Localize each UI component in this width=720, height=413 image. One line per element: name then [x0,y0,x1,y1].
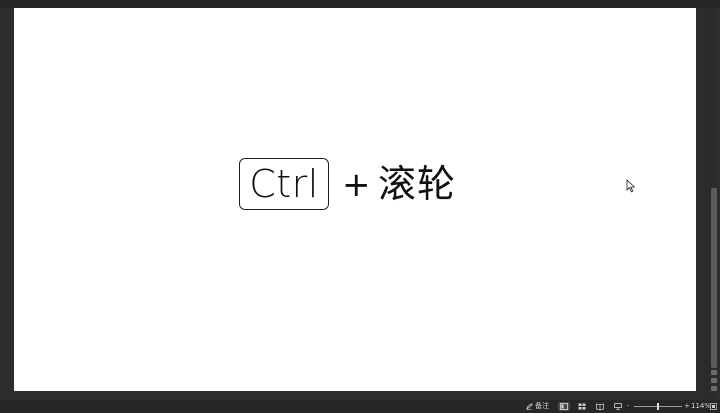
slide-sorter-button[interactable] [576,402,588,411]
scrollbar-thumb[interactable] [711,188,717,368]
reading-view-icon [596,403,604,410]
notes-icon [526,403,533,410]
zoom-in-button[interactable]: + [684,400,690,413]
normal-view-icon [560,403,568,410]
plus-sign: + [342,165,371,205]
ctrl-key-box: Ctrl [239,158,329,210]
ribbon-edge [0,0,720,8]
zoom-out-button[interactable]: - [627,400,630,413]
zoom-level[interactable]: 114% [691,400,711,413]
presentation-window: Ctrl + 滚轮 备注 - + 114% [0,0,720,413]
notes-label: 备注 [535,402,549,410]
scroll-wheel-text: 滚轮 [378,162,457,206]
slide-canvas[interactable]: Ctrl + 滚轮 [14,8,696,391]
next-slide-button[interactable] [711,378,717,383]
slide-sorter-icon [578,403,586,410]
zoom-slider-thumb[interactable] [657,403,659,410]
notes-button[interactable]: 备注 [526,400,549,413]
status-bar: 备注 - + 114% [0,400,720,413]
normal-view-button[interactable] [558,402,570,411]
mouse-pointer-icon [626,179,636,193]
reading-view-button[interactable] [594,402,606,411]
slideshow-button[interactable] [612,402,624,411]
ctrl-key-label: Ctrl [249,162,319,206]
slideshow-icon [614,403,622,410]
fit-to-window-icon[interactable] [710,403,717,410]
previous-slide-button[interactable] [711,370,717,375]
scroll-down-button[interactable] [711,386,717,391]
